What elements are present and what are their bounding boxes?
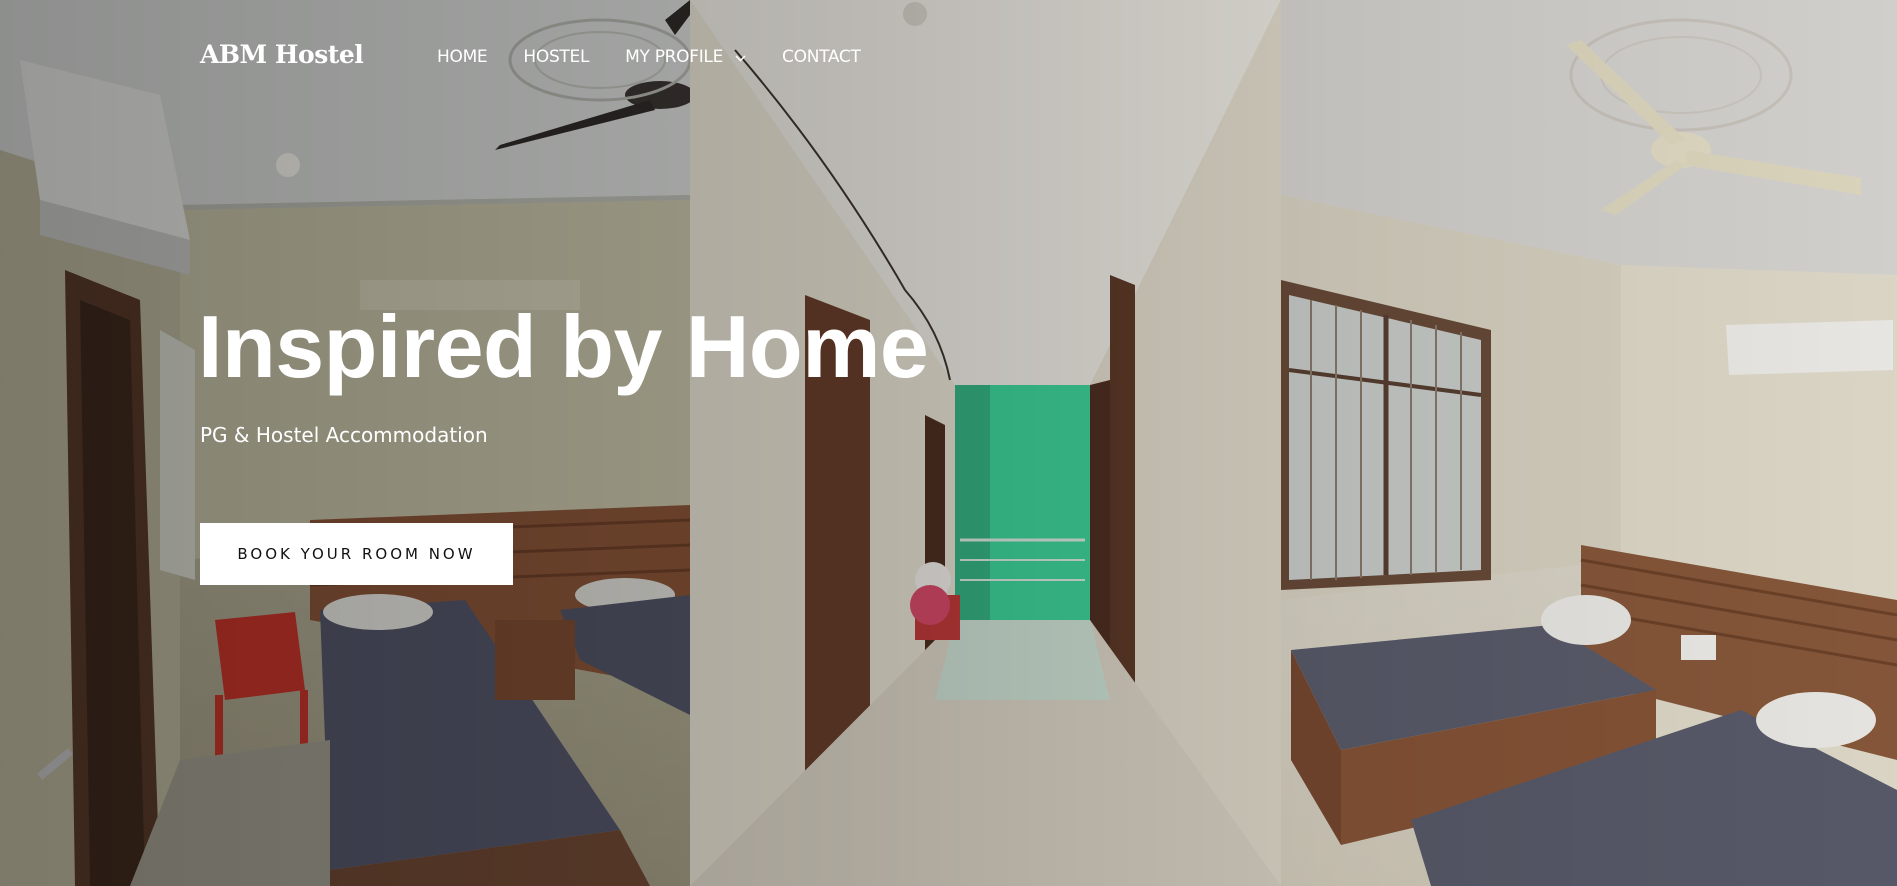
main-nav: HOME HOSTEL MY PROFILE CONTACT <box>437 47 897 67</box>
nav-item-contact[interactable]: CONTACT <box>782 47 861 67</box>
site-logo[interactable]: ABM Hostel <box>200 40 364 69</box>
nav-item-label: HOME <box>437 47 488 67</box>
chevron-down-icon <box>735 47 746 67</box>
hero-title: Inspired by Home <box>198 297 929 396</box>
nav-item-label: HOSTEL <box>523 47 590 67</box>
hero-subtitle: PG & Hostel Accommodation <box>200 423 488 447</box>
nav-item-home[interactable]: HOME <box>437 47 488 67</box>
site-header: ABM Hostel HOME HOSTEL MY PROFILE CONTAC… <box>0 0 1897 118</box>
nav-item-hostel[interactable]: HOSTEL <box>523 47 589 67</box>
book-room-button[interactable]: BOOK YOUR ROOM NOW <box>200 523 513 585</box>
nav-item-label: CONTACT <box>782 47 861 67</box>
nav-item-my-profile[interactable]: MY PROFILE <box>625 47 746 67</box>
nav-item-label: MY PROFILE <box>625 47 724 67</box>
hero-section: ABM Hostel HOME HOSTEL MY PROFILE CONTAC… <box>0 0 1897 886</box>
